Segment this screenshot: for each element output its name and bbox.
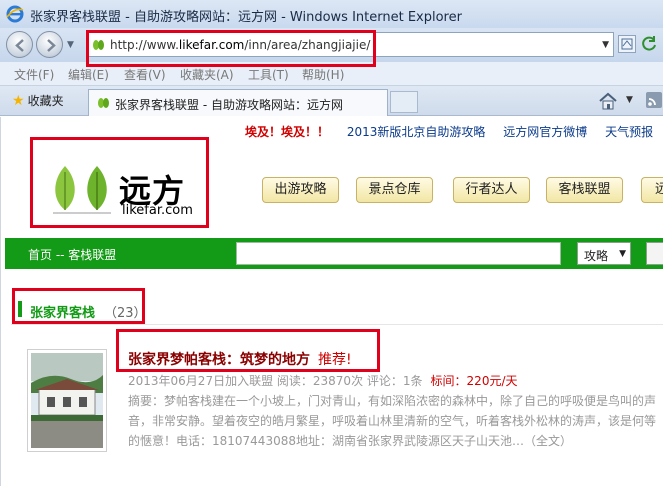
compatibility-icon <box>621 38 633 50</box>
nav-attractions[interactable]: 景点仓库 <box>356 177 433 203</box>
site-favicon-icon <box>93 40 104 50</box>
page-content: 埃及！埃及！！ 2013新版北京自助游攻略 远方网官方微博 天气预报 远方 li… <box>0 117 663 486</box>
favorites-label: 收藏夹 <box>27 94 64 108</box>
window-title: 张家界客栈联盟 - 自助游攻略网站：远方网 - Windows Internet… <box>30 10 462 25</box>
price-value: 220元/天 <box>466 374 518 388</box>
inn-description: 摘要：梦帕客栈建在一个小坡上，门对青山，有如深陷浓密的森林中，除了自己的呼吸便是… <box>128 391 658 451</box>
menu-view[interactable]: 查看(V) <box>124 66 166 83</box>
select-dropdown-icon: ▼ <box>619 249 626 259</box>
search-type-select[interactable]: 攻略 ▼ <box>577 242 631 265</box>
menu-bar: 文件(F) 编辑(E) 查看(V) 收藏夹(A) 工具(T) 帮助(H) <box>0 62 663 86</box>
nav-travel-guide[interactable]: 出游攻略 <box>262 177 339 203</box>
search-input[interactable] <box>236 242 561 265</box>
menu-favorites[interactable]: 收藏夹(A) <box>180 66 234 83</box>
section-count: （23） <box>104 306 147 321</box>
new-tab-button[interactable] <box>390 91 418 113</box>
menu-edit[interactable]: 编辑(E) <box>68 66 109 83</box>
green-nav-bar: 首页 -- 客栈联盟 攻略 ▼ <box>5 238 663 269</box>
menu-file[interactable]: 文件(F) <box>14 66 54 83</box>
read-more-link[interactable]: …（全文） <box>512 434 572 448</box>
address-dropdown-icon[interactable]: ▼ <box>602 40 609 50</box>
back-arrow-icon <box>15 39 24 52</box>
refresh-button[interactable] <box>640 35 660 53</box>
tab-current[interactable]: 张家界客栈联盟 - 自助游攻略网站：远方网 <box>88 89 388 116</box>
tab-favicon-icon <box>98 98 109 108</box>
nav-partial-item[interactable]: 远 <box>641 177 663 203</box>
feeds-icon[interactable] <box>646 92 662 108</box>
section-marker <box>18 301 22 317</box>
favorites-star-icon: ★ <box>12 93 25 109</box>
top-link-weather[interactable]: 天气预报 <box>605 125 653 139</box>
nav-inn-alliance[interactable]: 客栈联盟 <box>546 177 623 203</box>
section-title: 张家界客栈 <box>30 306 96 321</box>
compatibility-view-button[interactable] <box>618 35 636 53</box>
logo-domain: likefar.com <box>122 203 193 218</box>
forward-button[interactable] <box>36 31 63 58</box>
inn-photo <box>31 353 103 448</box>
top-link-weibo[interactable]: 远方网官方微博 <box>503 125 587 139</box>
home-icon[interactable] <box>598 92 618 110</box>
refresh-icon <box>642 36 656 51</box>
inn-description-text: 摘要：梦帕客栈建在一个小坡上，门对青山，有如深陷浓密的森林中，除了自己的呼吸便是… <box>128 394 657 448</box>
inn-meta-info: 2013年06月27日加入联盟 阅读：23870次 评论：1条 <box>128 374 423 388</box>
site-logo[interactable]: 远方 likefar.com <box>32 138 209 227</box>
menu-tools[interactable]: 工具(T) <box>248 66 289 83</box>
price-label: 标间： <box>430 374 467 388</box>
window-titlebar: 张家界客栈联盟 - 自助游攻略网站：远方网 - Windows Internet… <box>0 0 663 28</box>
forward-arrow-icon <box>47 39 56 52</box>
top-warning-link[interactable]: 埃及！埃及！！ <box>245 125 329 139</box>
address-url: http://www.likefar.com/inn/area/zhangjia… <box>110 38 371 52</box>
navigation-bar: ▼ http://www.likefar.com/inn/area/zhangj… <box>0 28 663 62</box>
tab-title: 张家界客栈联盟 - 自助游攻略网站：远方网 <box>115 98 343 112</box>
inn-title-link[interactable]: 张家界梦帕客栈：筑梦的地方 <box>128 352 310 368</box>
section-header: 张家界客栈 （23） <box>11 291 663 325</box>
address-bar[interactable]: http://www.likefar.com/inn/area/zhangjia… <box>86 32 614 57</box>
menu-help[interactable]: 帮助(H) <box>302 66 344 83</box>
history-dropdown-icon[interactable]: ▼ <box>67 40 74 50</box>
breadcrumb[interactable]: 首页 -- 客栈联盟 <box>28 246 116 263</box>
nav-travelers[interactable]: 行者达人 <box>453 177 530 203</box>
home-dropdown-icon[interactable]: ▼ <box>626 95 633 105</box>
recommend-badge: 推荐! <box>318 352 352 368</box>
inn-meta: 2013年06月27日加入联盟 阅读：23870次 评论：1条 标间：220元/天 <box>128 372 518 389</box>
top-link-beijing-guide[interactable]: 2013新版北京自助游攻略 <box>347 125 486 139</box>
tab-bar: ★ 收藏夹 张家界客栈联盟 - 自助游攻略网站：远方网 ▼ <box>0 86 663 116</box>
back-button[interactable] <box>6 31 33 58</box>
inn-title-row: 张家界梦帕客栈：筑梦的地方 推荐! <box>128 349 352 369</box>
search-button[interactable] <box>646 242 663 265</box>
logo-leaves-icon <box>53 166 111 214</box>
search-type-value: 攻略 <box>584 249 609 263</box>
favorites-button[interactable]: ★ 收藏夹 <box>12 92 64 109</box>
inn-thumbnail[interactable] <box>27 349 107 452</box>
top-links: 埃及！埃及！！ 2013新版北京自助游攻略 远方网官方微博 天气预报 <box>245 123 653 140</box>
ie-logo-icon <box>6 5 24 23</box>
